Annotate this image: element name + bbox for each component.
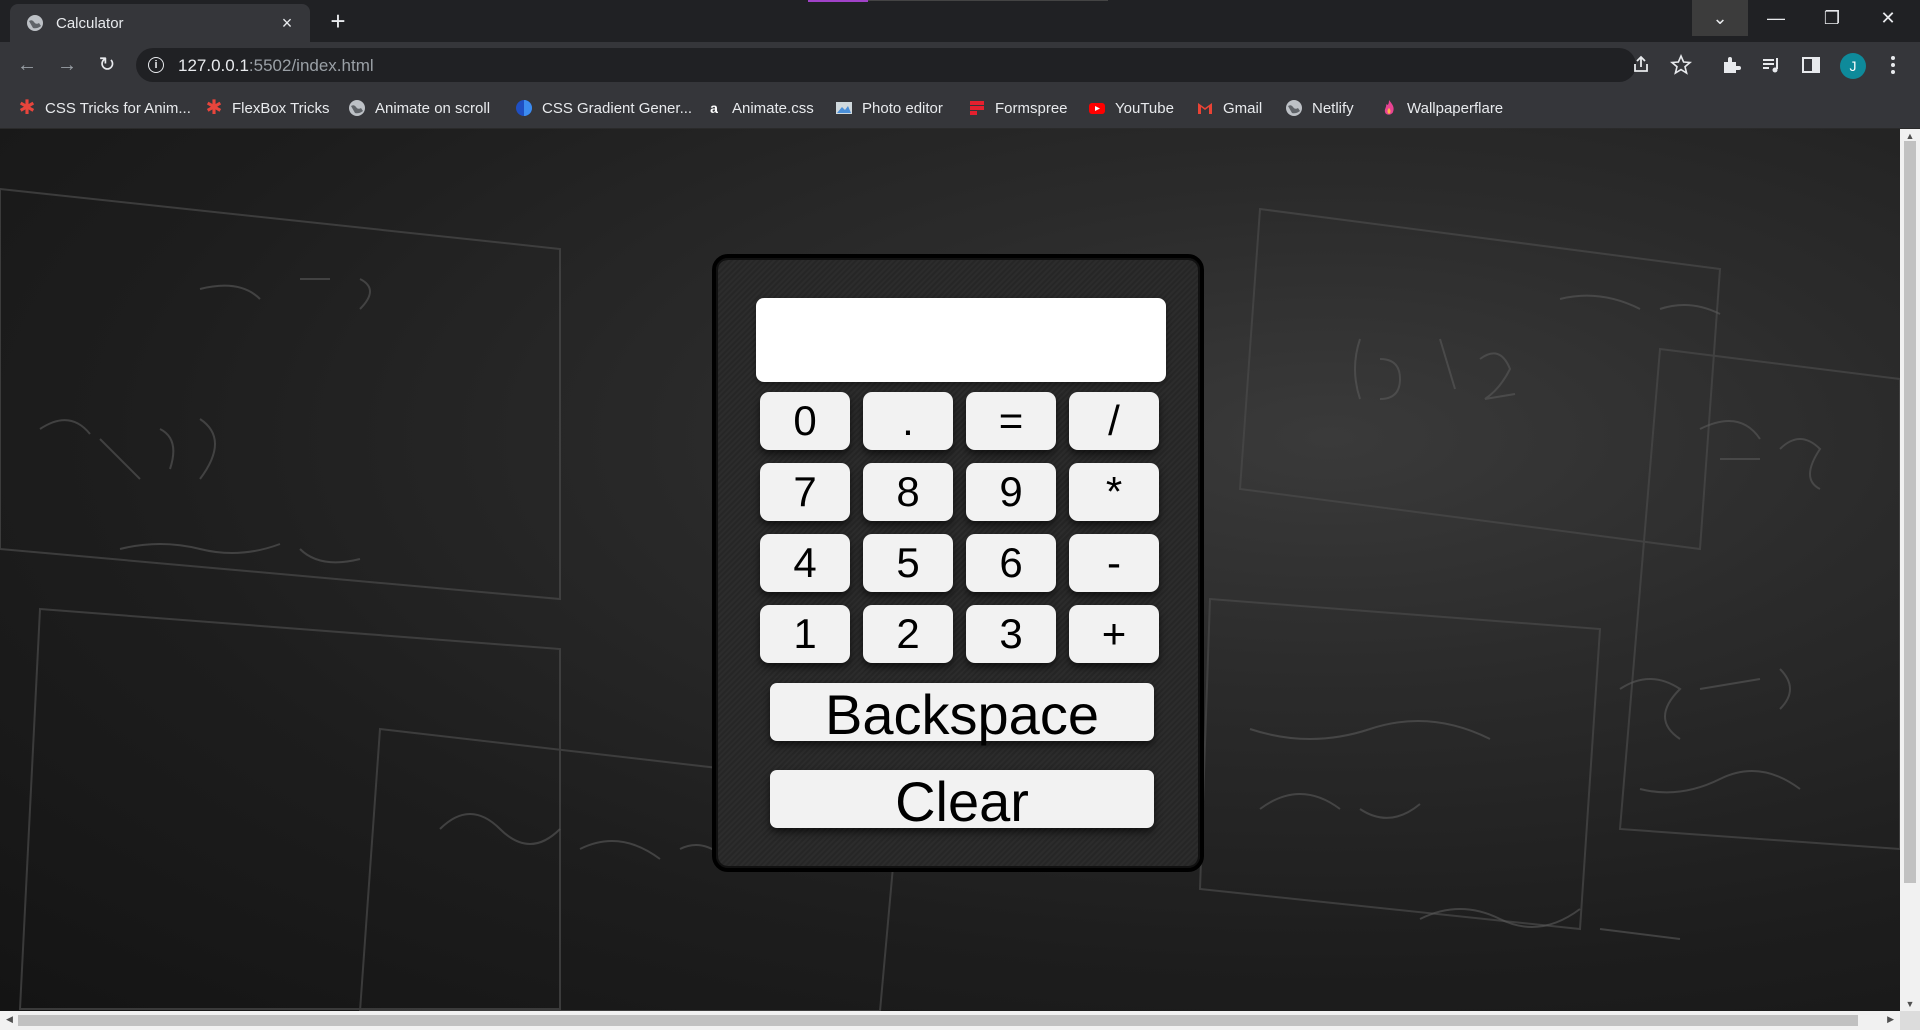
bookmarks-bar: ✱ CSS Tricks for Anim... ✱ FlexBox Trick… bbox=[0, 88, 1920, 129]
share-icon[interactable] bbox=[1628, 52, 1654, 78]
bookmark-label: FlexBox Tricks bbox=[232, 99, 330, 117]
tab-strip-accent bbox=[808, 0, 868, 2]
key-subtract[interactable]: - bbox=[1069, 534, 1159, 592]
media-icon[interactable] bbox=[1758, 52, 1784, 78]
globe-icon bbox=[349, 100, 365, 116]
bookmark-css-gradient[interactable]: CSS Gradient Gener... bbox=[515, 88, 692, 128]
bookmark-formspree[interactable]: Formspree bbox=[968, 88, 1068, 128]
site-info-icon[interactable]: i bbox=[148, 57, 164, 73]
asterisk-icon: ✱ bbox=[205, 97, 223, 119]
tab-close-icon[interactable]: × bbox=[276, 13, 298, 34]
asterisk-icon: ✱ bbox=[18, 97, 36, 119]
bookmark-label: CSS Tricks for Anim... bbox=[45, 99, 191, 117]
key-3[interactable]: 3 bbox=[966, 605, 1056, 663]
key-8[interactable]: 8 bbox=[863, 463, 953, 521]
bookmark-netlify[interactable]: Netlify bbox=[1285, 88, 1354, 128]
photo-icon bbox=[836, 102, 852, 114]
star-icon[interactable] bbox=[1668, 52, 1694, 78]
youtube-icon bbox=[1089, 103, 1105, 114]
vertical-scrollbar[interactable]: ▲ ▼ bbox=[1900, 129, 1920, 1011]
back-button[interactable]: ← bbox=[12, 50, 42, 80]
page-viewport: 0 . = / 7 8 9 * 4 5 6 - 1 2 3 + Backspac… bbox=[0, 129, 1900, 1011]
tab-title: Calculator bbox=[56, 14, 124, 32]
key-1[interactable]: 1 bbox=[760, 605, 850, 663]
browser-toolbar: ← → ↻ i 127.0.0.1:5502/index.html J bbox=[0, 42, 1920, 88]
sidepanel-icon[interactable] bbox=[1798, 52, 1824, 78]
key-4[interactable]: 4 bbox=[760, 534, 850, 592]
bookmark-label: Netlify bbox=[1312, 99, 1354, 117]
formspree-icon bbox=[970, 101, 984, 115]
profile-avatar[interactable]: J bbox=[1840, 53, 1866, 79]
calculator-display[interactable] bbox=[756, 298, 1166, 382]
clear-button[interactable]: Clear bbox=[770, 770, 1154, 833]
gmail-icon bbox=[1198, 103, 1212, 114]
key-7[interactable]: 7 bbox=[760, 463, 850, 521]
url-text[interactable]: 127.0.0.1:5502/index.html bbox=[178, 56, 374, 76]
extensions-icon[interactable] bbox=[1718, 52, 1744, 78]
scroll-right-arrow-icon[interactable]: ▶ bbox=[1887, 1014, 1894, 1025]
browser-tab[interactable]: Calculator × bbox=[10, 4, 310, 42]
bookmark-label: Animate.css bbox=[732, 99, 814, 117]
key-0[interactable]: 0 bbox=[760, 392, 850, 450]
globe-icon bbox=[27, 15, 43, 31]
bookmark-wallpaperflare[interactable]: Wallpaperflare bbox=[1380, 88, 1503, 128]
bookmark-label: Formspree bbox=[995, 99, 1068, 117]
bookmark-css-tricks[interactable]: ✱ CSS Tricks for Anim... bbox=[18, 88, 191, 128]
key-5[interactable]: 5 bbox=[863, 534, 953, 592]
bookmark-label: Photo editor bbox=[862, 99, 943, 117]
reload-button[interactable]: ↻ bbox=[92, 50, 122, 80]
bookmark-label: CSS Gradient Gener... bbox=[542, 99, 693, 117]
key-equals[interactable]: = bbox=[966, 392, 1056, 450]
key-decimal[interactable]: . bbox=[863, 392, 953, 450]
scroll-left-arrow-icon[interactable]: ◀ bbox=[6, 1014, 13, 1025]
flame-icon bbox=[1384, 100, 1394, 115]
bookmark-flexbox-tricks[interactable]: ✱ FlexBox Tricks bbox=[205, 88, 330, 128]
bookmark-animate-on-scroll[interactable]: Animate on scroll bbox=[348, 88, 490, 128]
browser-titlebar: Calculator × + ⌄ — ❐ ✕ bbox=[0, 0, 1920, 42]
bookmark-gmail[interactable]: Gmail bbox=[1196, 88, 1262, 128]
key-6[interactable]: 6 bbox=[966, 534, 1056, 592]
scroll-up-arrow-icon[interactable]: ▲ bbox=[1900, 131, 1920, 141]
scroll-down-arrow-icon[interactable]: ▼ bbox=[1900, 999, 1920, 1009]
url-host: 127.0.0.1 bbox=[178, 56, 249, 75]
horizontal-scrollbar[interactable]: ◀ ▶ bbox=[0, 1011, 1900, 1030]
tab-strip-divider bbox=[868, 0, 1108, 1]
calculator: 0 . = / 7 8 9 * 4 5 6 - 1 2 3 + Backspac… bbox=[712, 254, 1204, 872]
bookmark-label: Wallpaperflare bbox=[1407, 99, 1504, 117]
backspace-button[interactable]: Backspace bbox=[770, 683, 1154, 746]
close-window-button[interactable]: ✕ bbox=[1860, 0, 1916, 36]
bookmark-label: Gmail bbox=[1223, 99, 1263, 117]
url-path: :5502/index.html bbox=[248, 56, 374, 75]
globe-icon bbox=[1286, 100, 1302, 116]
forward-button[interactable]: → bbox=[52, 50, 82, 80]
vertical-scroll-thumb[interactable] bbox=[1904, 141, 1916, 883]
a-icon: a bbox=[710, 100, 718, 116]
tab-search-button[interactable]: ⌄ bbox=[1692, 0, 1748, 36]
scrollbar-corner bbox=[1900, 1011, 1920, 1030]
bookmark-photo-editor[interactable]: Photo editor bbox=[835, 88, 943, 128]
key-add[interactable]: + bbox=[1069, 605, 1159, 663]
gradient-icon bbox=[516, 100, 532, 116]
key-multiply[interactable]: * bbox=[1069, 463, 1159, 521]
bookmark-label: Animate on scroll bbox=[375, 99, 491, 117]
restore-button[interactable]: ❐ bbox=[1804, 0, 1860, 36]
bookmark-animate-css[interactable]: a Animate.css bbox=[705, 88, 814, 128]
horizontal-scroll-thumb[interactable] bbox=[18, 1015, 1858, 1026]
bookmark-label: YouTube bbox=[1115, 99, 1174, 117]
address-bar[interactable]: i 127.0.0.1:5502/index.html bbox=[136, 48, 1636, 82]
key-9[interactable]: 9 bbox=[966, 463, 1056, 521]
bookmark-youtube[interactable]: YouTube bbox=[1088, 88, 1174, 128]
key-2[interactable]: 2 bbox=[863, 605, 953, 663]
new-tab-button[interactable]: + bbox=[322, 6, 354, 38]
minimize-button[interactable]: — bbox=[1748, 0, 1804, 36]
key-divide[interactable]: / bbox=[1069, 392, 1159, 450]
menu-icon[interactable] bbox=[1880, 52, 1906, 78]
